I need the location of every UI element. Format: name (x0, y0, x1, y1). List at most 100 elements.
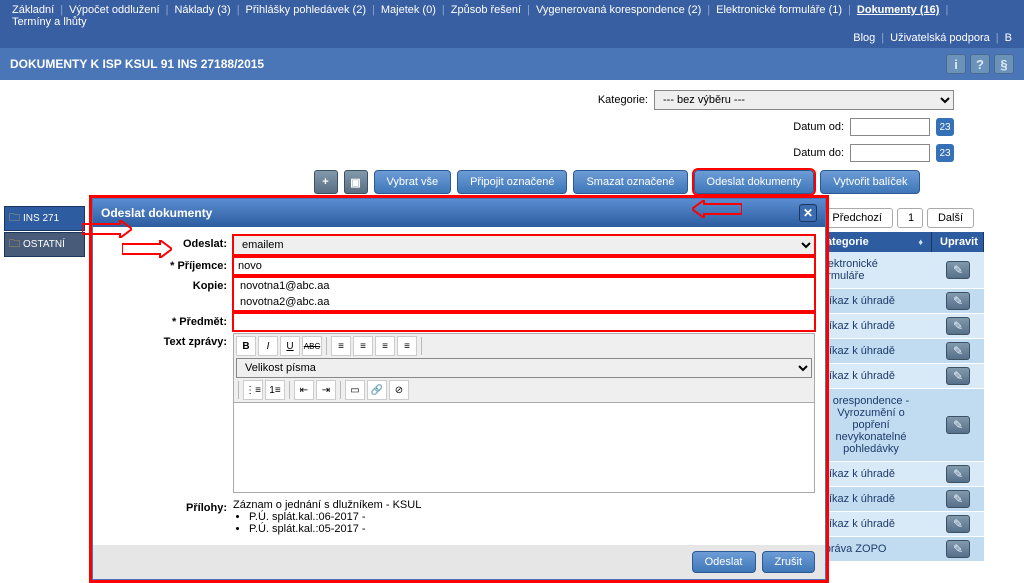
text-label: Text zprávy: (103, 333, 233, 351)
bold-button[interactable]: B (236, 336, 256, 356)
list-bullet-button[interactable]: ⋮≡ (243, 380, 263, 400)
calendar-icon[interactable]: 23 (936, 118, 954, 136)
nav-link[interactable]: Uživatelská podpora (886, 32, 994, 44)
info-icon[interactable]: i (946, 54, 966, 74)
kategorie-label: Kategorie: (578, 94, 648, 106)
nav-link[interactable]: Přihlášky pohledávek (2) (242, 4, 370, 16)
attachment-item: P.Ú. splát.kal.:06-2017 - (249, 511, 815, 523)
link-button[interactable]: 🔗 (367, 380, 387, 400)
datum-od-input[interactable] (850, 118, 930, 136)
align-center-button[interactable]: ≡ (353, 336, 373, 356)
unlink-button[interactable]: ⊘ (389, 380, 409, 400)
editor-toolbar: B I U ABC ≡ ≡ ≡ ≡ Velikost písma ⋮≡ 1≡ (233, 333, 815, 403)
strike-button[interactable]: ABC (302, 336, 322, 356)
edit-button[interactable]: ✎ (946, 416, 970, 434)
tree: 🗀 INS 271 🗀 OSTATNÍ (0, 202, 85, 562)
prev-page-button[interactable]: Předchozí (821, 208, 893, 228)
subject-input[interactable] (233, 313, 815, 331)
close-icon[interactable]: ✕ (799, 204, 817, 222)
prijemce-label: * Příjemce: (103, 257, 233, 275)
select-all-button[interactable]: Vybrat vše (374, 170, 452, 194)
toolbar: + ▣ Vybrat vše Připojit označené Smazat … (0, 170, 984, 194)
paragraph-icon[interactable]: § (994, 54, 1014, 74)
align-right-button[interactable]: ≡ (375, 336, 395, 356)
attachment-item: P.Ú. splát.kal.:05-2017 - (249, 523, 815, 535)
attach-selected-button[interactable]: Připojit označené (457, 170, 567, 194)
prilohy-label: Přílohy: (103, 499, 233, 517)
nav-link[interactable]: Majetek (0) (377, 4, 440, 16)
send-via-select[interactable]: emailem (233, 235, 815, 255)
create-package-button[interactable]: Vytvořit balíček (820, 170, 920, 194)
edit-button[interactable]: ✎ (946, 465, 970, 483)
edit-button[interactable]: ✎ (946, 342, 970, 360)
indent-button[interactable]: ⇥ (316, 380, 336, 400)
nav-link[interactable]: Vygenerovaná korespondence (2) (532, 4, 705, 16)
autocomplete-option[interactable]: novotna2@abc.aa (234, 294, 814, 310)
send-documents-modal: Odeslat dokumenty ✕ Odeslat: emailem (92, 198, 826, 580)
attachments-list: Záznam o jednání s dlužníkem - KSUL P.Ú.… (233, 499, 815, 535)
tree-label: INS 271 (23, 213, 59, 224)
image-button[interactable]: ▭ (345, 380, 365, 400)
datum-do-label: Datum do: (774, 147, 844, 159)
tree-label: OSTATNÍ (23, 239, 65, 250)
folder-icon: 🗀 (9, 235, 20, 254)
add-button[interactable]: + (314, 170, 338, 194)
datum-od-label: Datum od: (774, 121, 844, 133)
edit-button[interactable]: ✎ (946, 292, 970, 310)
cancel-button[interactable]: Zrušit (762, 551, 816, 573)
outdent-button[interactable]: ⇤ (294, 380, 314, 400)
tree-item[interactable]: 🗀 OSTATNÍ (4, 232, 85, 257)
fontsize-select[interactable]: Velikost písma (236, 358, 812, 378)
page-title: DOKUMENTY K ISP KSUL 91 INS 27188/2015 (10, 57, 264, 71)
edit-button[interactable]: ✎ (946, 515, 970, 533)
annotation-arrow-icon (692, 200, 742, 218)
top-nav-row2: Blog| Uživatelská podpora| B (0, 32, 1024, 48)
kopie-label: Kopie: (103, 277, 233, 295)
list-number-button[interactable]: 1≡ (265, 380, 285, 400)
edit-button[interactable]: ✎ (946, 261, 970, 279)
datum-do-input[interactable] (850, 144, 930, 162)
nav-link[interactable]: Blog (849, 32, 879, 44)
folder-button[interactable]: ▣ (344, 170, 368, 194)
calendar-icon[interactable]: 23 (936, 144, 954, 162)
filters: Kategorie: --- bez výběru --- Datum od: … (0, 90, 984, 162)
edit-button[interactable]: ✎ (946, 540, 970, 558)
nav-link[interactable]: Termíny a lhůty (8, 16, 91, 28)
underline-button[interactable]: U (280, 336, 300, 356)
align-left-button[interactable]: ≡ (331, 336, 351, 356)
recipient-input[interactable] (233, 257, 815, 275)
modal-outline: Odeslat dokumenty ✕ Odeslat: emailem (89, 195, 829, 583)
sort-icon: ♦ (918, 237, 923, 247)
help-icon[interactable]: ? (970, 54, 990, 74)
delete-selected-button[interactable]: Smazat označené (573, 170, 687, 194)
edit-button[interactable]: ✎ (946, 490, 970, 508)
nav-link-active[interactable]: Dokumenty (16) (853, 4, 944, 16)
page-header: DOKUMENTY K ISP KSUL 91 INS 27188/2015 i… (0, 48, 1024, 80)
message-editor[interactable] (233, 403, 815, 493)
nav-link[interactable]: Náklady (3) (170, 4, 234, 16)
nav-link[interactable]: Způsob řešení (447, 4, 525, 16)
send-button[interactable]: Odeslat (692, 551, 756, 573)
italic-button[interactable]: I (258, 336, 278, 356)
th-upravit: Upravit (932, 232, 984, 252)
next-page-button[interactable]: Další (927, 208, 974, 228)
nav-link[interactable]: Základní (8, 4, 58, 16)
top-nav: Základní| Výpočet oddlužení| Náklady (3)… (0, 0, 1024, 32)
predmet-label: * Předmět: (103, 313, 233, 331)
modal-footer: Odeslat Zrušit (93, 545, 825, 579)
autocomplete-dropdown: novotna1@abc.aa novotna2@abc.aa (233, 277, 815, 311)
tree-item[interactable]: 🗀 INS 271 (4, 206, 85, 231)
attachment-item: Záznam o jednání s dlužníkem - KSUL (233, 499, 815, 511)
edit-button[interactable]: ✎ (946, 367, 970, 385)
modal-title: Odeslat dokumenty (101, 206, 212, 220)
edit-button[interactable]: ✎ (946, 317, 970, 335)
nav-link[interactable]: Elektronické formuláře (1) (712, 4, 846, 16)
send-documents-button[interactable]: Odeslat dokumenty (694, 170, 815, 194)
autocomplete-option[interactable]: novotna1@abc.aa (234, 278, 814, 294)
page-number[interactable]: 1 (897, 208, 923, 228)
align-justify-button[interactable]: ≡ (397, 336, 417, 356)
nav-link[interactable]: Výpočet oddlužení (65, 4, 164, 16)
kategorie-select[interactable]: --- bez výběru --- (654, 90, 954, 110)
odeslat-label: Odeslat: (103, 235, 233, 253)
nav-link[interactable]: B (1001, 32, 1016, 44)
